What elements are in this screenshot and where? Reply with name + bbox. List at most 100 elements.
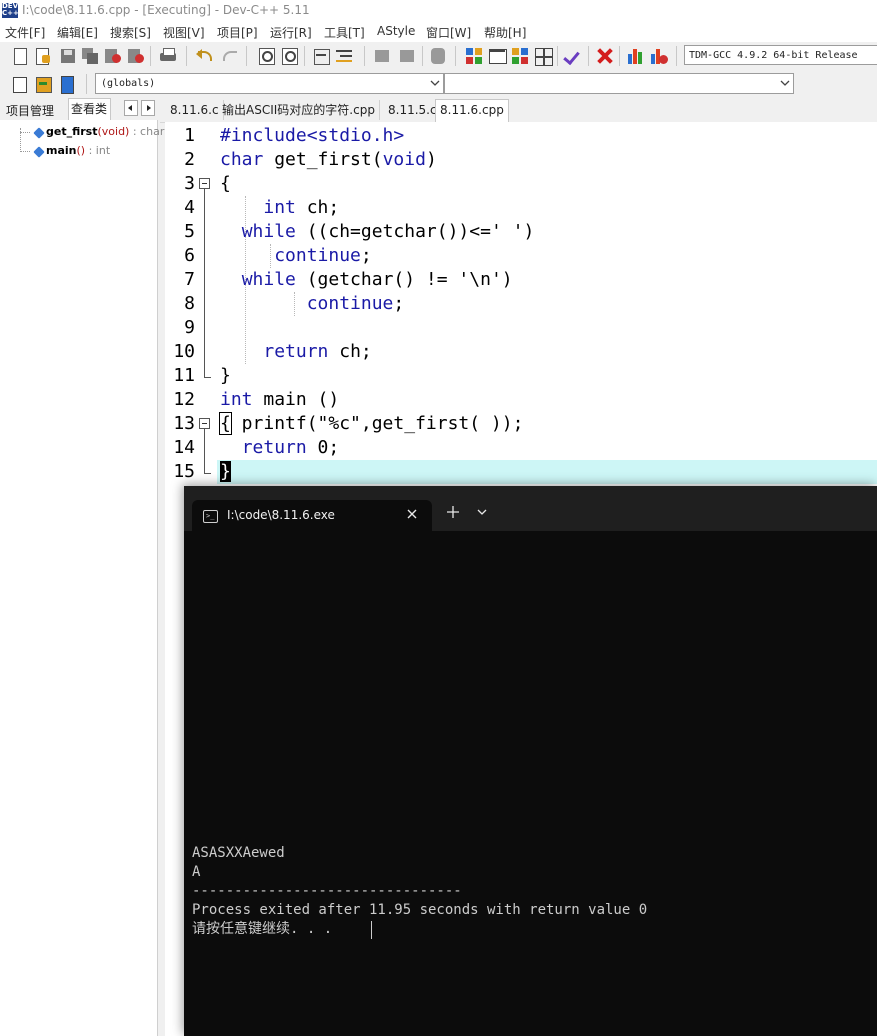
console-output-line: A [192,864,201,880]
goto-definition-button[interactable] [33,74,53,94]
menu-tools[interactable]: 工具[T] [324,24,365,41]
scope-select-value: (globals) [101,78,156,89]
line-number: 2 [184,149,195,170]
console-output-line: Process exited after 11.95 seconds with … [192,902,648,918]
line-number: 13 [173,413,195,434]
menu-view[interactable]: 视图[V] [163,24,205,41]
menu-help[interactable]: 帮助[H] [484,24,526,41]
line-number: 10 [173,341,195,362]
close-icon[interactable] [404,506,420,522]
code-line: } [220,365,231,386]
code-line: #include<stdio.h> [220,125,405,146]
menu-edit[interactable]: 编辑[E] [57,24,98,41]
line-number: 5 [184,221,195,242]
function-select[interactable] [444,73,794,94]
class-browser-panel: get_first(void) : char main() : int [0,120,164,1036]
code-line: return ch; [263,341,372,362]
line-number: 14 [173,437,195,458]
rebuild-all-button[interactable] [533,46,553,66]
save-button[interactable] [58,46,78,66]
line-number: 3 [184,173,195,194]
delete-profile-button[interactable] [649,46,669,66]
toggle-comment-button[interactable] [428,46,448,66]
tab-file-ascii[interactable]: 输出ASCII码对应的字符.cpp [218,100,380,120]
console-tab[interactable]: >_ I:\code\8.11.6.exe [192,500,432,531]
fold-toggle-button[interactable] [199,418,210,429]
line-number: 12 [173,389,195,410]
compile-button[interactable] [464,46,484,66]
next-bookmark-button[interactable] [397,46,417,66]
terminal-icon-glyph: >_ [206,512,215,520]
tab-scroll-right-button[interactable] [141,100,155,116]
editor-tabs: 8.11.6.c 输出ASCII码对应的字符.cpp 8.11.5.c 8.11… [160,98,877,123]
close-file-button[interactable] [103,46,123,66]
indent-button[interactable] [334,46,354,66]
tree-item-params: (void) [97,125,130,138]
current-line-highlight [217,460,877,484]
redo-button[interactable] [219,46,239,66]
tree-item-type: : char [132,125,165,138]
tab-project-manager[interactable]: 项目管理 [6,102,54,119]
console-title: I:\code\8.11.6.exe [227,508,335,522]
code-line: { [220,173,231,194]
compile-run-button[interactable] [510,46,530,66]
undo-button[interactable] [195,46,215,66]
console-tab-bar: >_ I:\code\8.11.6.exe [184,486,877,531]
insert-code-button[interactable] [10,74,30,94]
syntax-check-button[interactable] [563,46,583,66]
find-button[interactable] [256,46,276,66]
tree-item-type: : int [88,144,111,157]
goto-declaration-button[interactable] [57,74,77,94]
chevron-down-icon [430,80,440,86]
tab-scroll-left-button[interactable] [124,100,138,116]
code-line: return 0; [241,437,340,458]
scope-select[interactable]: (globals) [95,73,444,94]
menu-run[interactable]: 运行[R] [270,24,312,41]
tab-file-8-11-6-c[interactable]: 8.11.6.c [166,100,224,120]
plus-icon[interactable] [446,505,460,519]
line-number: 6 [184,245,195,266]
chevron-down-icon[interactable] [477,509,487,515]
menu-astyle[interactable]: AStyle [377,24,415,38]
menu-project[interactable]: 项目[P] [217,24,258,41]
code-line: char get_first(void) [220,149,437,170]
line-number: 9 [184,317,195,338]
run-button[interactable] [487,46,507,66]
console-output-line: -------------------------------- [192,883,462,899]
secondary-toolbar: (globals) [0,70,877,98]
close-all-button[interactable] [126,46,146,66]
tab-class-browser[interactable]: 查看类 [68,98,112,121]
open-file-button[interactable] [33,46,53,66]
tab-file-8-11-5-c[interactable]: 8.11.5.c [384,100,442,120]
menu-window[interactable]: 窗口[W] [426,24,471,41]
profile-button[interactable] [626,46,646,66]
left-panel-tabs: 项目管理 查看类 [0,98,160,121]
line-number: 11 [173,365,195,386]
code-line: while (getchar() != '\n') [241,269,513,290]
menu-bar: 文件[F] 编辑[E] 搜索[S] 视图[V] 项目[P] 运行[R] 工具[T… [0,22,877,42]
console-output-line: 请按任意键继续. . . [192,921,341,937]
fold-toggle-button[interactable] [199,178,210,189]
goto-line-button[interactable] [311,46,331,66]
line-number: 8 [184,293,195,314]
tree-item-params: () [76,144,86,157]
function-icon [33,146,45,158]
menu-search[interactable]: 搜索[S] [110,24,151,41]
new-file-button[interactable] [10,46,30,66]
menu-file[interactable]: 文件[F] [5,24,45,41]
print-button[interactable] [158,46,178,66]
replace-button[interactable] [279,46,299,66]
save-all-button[interactable] [80,46,100,66]
line-number: 1 [184,125,195,146]
line-number: 15 [173,461,195,482]
code-line: } [220,461,231,482]
line-number: 4 [184,197,195,218]
compiler-select[interactable]: TDM-GCC 4.9.2 64-bit Release [684,45,877,65]
tab-file-8-11-6-cpp[interactable]: 8.11.6.cpp [435,99,509,122]
prev-bookmark-button[interactable] [372,46,392,66]
app-icon-text-bottom: C++ [2,9,19,17]
code-line: continue; [274,245,372,266]
console-window[interactable]: >_ I:\code\8.11.6.exe ASASXXAewed A ----… [184,486,877,1036]
code-line: while ((ch=getchar())<=' ') [241,221,535,242]
stop-execution-button[interactable] [595,46,615,66]
